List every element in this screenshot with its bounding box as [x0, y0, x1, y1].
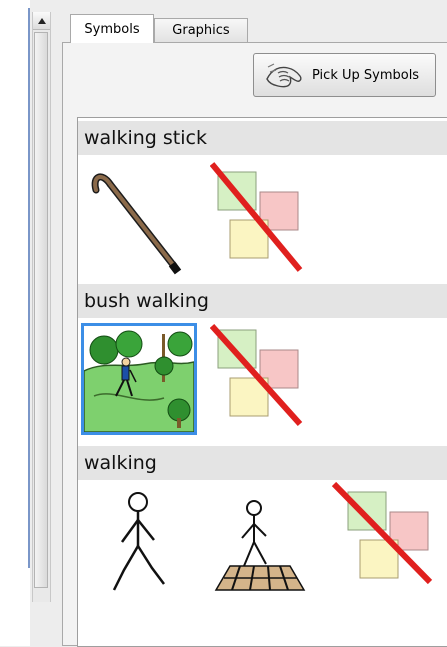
editor-pane[interactable] [0, 0, 30, 646]
tab-strip: Symbols Graphics [62, 12, 447, 43]
walking-stick-icon[interactable] [88, 162, 188, 282]
scrollbar-thumb[interactable] [34, 32, 48, 588]
tab-graphics[interactable]: Graphics [154, 18, 248, 42]
symbol-panel: Symbols Graphics Pick Up Symbols walking… [62, 12, 447, 647]
bush-walking-icon[interactable] [81, 323, 197, 435]
no-symbol-icon[interactable] [210, 324, 310, 434]
group-header-bush-walking: bush walking [78, 284, 447, 318]
scroll-up-button[interactable] [33, 12, 50, 30]
editor-pane-border [28, 8, 30, 568]
no-symbol-icon[interactable] [210, 162, 310, 282]
vertical-scrollbar[interactable] [32, 12, 51, 602]
pick-up-symbols-button[interactable]: Pick Up Symbols [253, 53, 436, 97]
hand-grab-icon [266, 63, 302, 88]
symbol-results-list[interactable]: walking stick bush walking walking [77, 117, 447, 647]
tab-content: Pick Up Symbols walking stick bush walki… [62, 42, 447, 647]
group-header-walking-stick: walking stick [78, 121, 447, 155]
tab-symbols[interactable]: Symbols [70, 14, 154, 43]
group-header-walking: walking [78, 446, 447, 480]
walking-person-icon[interactable] [94, 488, 184, 598]
pick-up-symbols-label: Pick Up Symbols [312, 67, 420, 83]
scroll-up-arrow-icon [37, 17, 46, 24]
no-symbol-icon[interactable] [330, 482, 440, 592]
pedestrian-crossing-icon[interactable] [210, 498, 310, 598]
